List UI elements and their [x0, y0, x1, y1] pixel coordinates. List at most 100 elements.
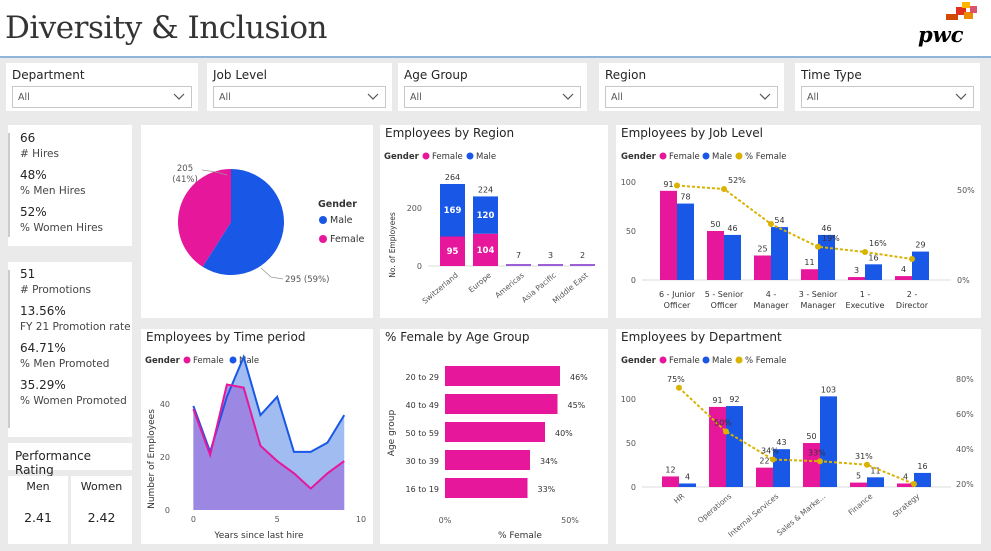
men-rating-card: Men 2.41 [8, 476, 68, 544]
bar-male[interactable] [912, 252, 929, 280]
y2-tick-60: 60% [956, 410, 974, 419]
job-level-chart[interactable]: Gender Female Male % Female 0 50 100 0% … [616, 125, 981, 318]
data-label-female: 12 [665, 465, 675, 474]
pct-female-point[interactable] [676, 385, 682, 391]
filter-age-group[interactable]: Age Group All [398, 63, 587, 111]
x-tick-label: 2 - [907, 290, 918, 299]
pct-female-point[interactable] [721, 186, 727, 192]
region-chart[interactable]: Gender Female Male No. of Employees 0 20… [380, 125, 608, 318]
y-tick-0: 0 [631, 483, 636, 492]
bar-male[interactable] [865, 264, 882, 280]
x-tick-label: Director [896, 301, 929, 310]
filter-label: Department [12, 68, 85, 82]
dropdown[interactable]: All [404, 86, 581, 108]
legend-female: Female [330, 234, 365, 245]
data-label: 46% [570, 373, 588, 382]
pct-female-label: 31% [855, 452, 873, 461]
bar-pct-female[interactable] [445, 366, 560, 386]
bar-female[interactable] [801, 269, 818, 280]
dropdown[interactable]: All [801, 86, 974, 108]
time-period-chart-card: Employees by Time period Gender Female M… [141, 329, 373, 544]
bar-small[interactable] [570, 264, 595, 266]
y-tick-200: 200 [407, 204, 422, 213]
bar-small[interactable] [538, 264, 563, 266]
men-rating-label: Men [8, 480, 68, 493]
y-tick-0: 0 [417, 262, 422, 271]
bar-female[interactable] [850, 483, 867, 487]
dropdown[interactable]: All [12, 86, 192, 108]
data-label-male: 103 [821, 385, 836, 394]
filter-department[interactable]: Department All [6, 63, 198, 111]
bar-female[interactable] [848, 277, 865, 280]
department-chart[interactable]: Gender Female Male % Female 0 50 100 20%… [616, 329, 981, 544]
bar-female[interactable] [660, 191, 677, 280]
bar-male[interactable] [724, 235, 741, 280]
bar-male[interactable] [677, 204, 694, 280]
chevron-down-icon [955, 91, 967, 101]
x-tick-label: 3 - Senior [799, 290, 838, 299]
pct-female-point[interactable] [770, 457, 776, 463]
y2-tick-40: 40% [956, 445, 974, 454]
pct-female-label: 19% [822, 234, 840, 243]
bar-pct-female[interactable] [445, 450, 530, 470]
bar-female[interactable] [662, 476, 679, 487]
pct-female-point[interactable] [674, 183, 680, 189]
promotion-rate-value: 13.56% [20, 304, 66, 318]
filter-time-type[interactable]: Time Type All [795, 63, 980, 111]
y-tick-20: 20 [160, 453, 170, 462]
bar-female[interactable] [756, 468, 773, 487]
legend-male-marker [703, 153, 710, 160]
bar-pct-female[interactable] [445, 394, 558, 414]
data-label: 33% [538, 485, 556, 494]
pct-female-point[interactable] [864, 462, 870, 468]
pct-female-point[interactable] [911, 481, 917, 487]
filter-region[interactable]: Region All [599, 63, 784, 111]
x-tick-label: 0 [191, 515, 196, 524]
hires-count: 66 [20, 131, 35, 145]
data-label: 45% [568, 401, 586, 410]
bar-pct-female[interactable] [445, 422, 545, 442]
data-label: 40% [555, 429, 573, 438]
pct-female-point[interactable] [817, 458, 823, 464]
data-label-male: 4 [685, 472, 690, 481]
filter-label: Time Type [801, 68, 862, 82]
divider [8, 270, 10, 428]
pct-female-point[interactable] [768, 221, 774, 227]
bar-female[interactable] [895, 276, 912, 280]
legend-female-marker [660, 153, 667, 160]
bar-male[interactable] [771, 227, 788, 280]
bar-female[interactable] [754, 256, 771, 281]
bar-male[interactable] [867, 477, 884, 487]
legend-female-marker [660, 357, 667, 364]
gender-pie-chart[interactable]: 205 (41%) 295 (59%) Gender Male Female [141, 125, 373, 318]
time-period-chart[interactable]: Gender Female Male Number of Employees Y… [141, 329, 373, 544]
dropdown[interactable]: All [213, 86, 386, 108]
pct-female-point[interactable] [723, 429, 729, 435]
x-tick-label: 10 [356, 515, 366, 524]
hires-kpi-card: 66 # Hires 48% % Men Hires 52% % Women H… [8, 125, 132, 246]
legend-male-marker [230, 357, 237, 364]
legend-male: Male [712, 356, 732, 366]
page-title: Diversity & Inclusion [5, 10, 327, 46]
y-tick-label: 16 to 19 [406, 485, 439, 494]
pct-female-point[interactable] [862, 249, 868, 255]
men-hires-value: 48% [20, 168, 47, 182]
pct-female-point[interactable] [815, 244, 821, 250]
bar-male[interactable] [679, 483, 696, 487]
data-label-male: 29 [915, 241, 925, 250]
y-axis-title: No. of Employees [388, 212, 397, 278]
promotion-rate-label: FY 21 Promotion rate [20, 321, 131, 333]
bar-small[interactable] [506, 264, 531, 266]
age-group-chart[interactable]: Age group % Female 0% 50% 20 to 2946%40 … [380, 329, 608, 544]
female-count-label: 205 [177, 164, 193, 174]
legend-male: Male [476, 152, 496, 162]
y-tick-label: 40 to 49 [406, 401, 439, 410]
filter-job-level[interactable]: Job Level All [207, 63, 392, 111]
x-tick-label: Internal Services [726, 492, 780, 539]
data-label-female: 3 [854, 266, 859, 275]
dropdown[interactable]: All [605, 86, 778, 108]
bar-female[interactable] [707, 231, 724, 280]
pct-female-point[interactable] [909, 256, 915, 262]
bar-pct-female[interactable] [445, 478, 528, 498]
bar-male[interactable] [820, 396, 837, 487]
